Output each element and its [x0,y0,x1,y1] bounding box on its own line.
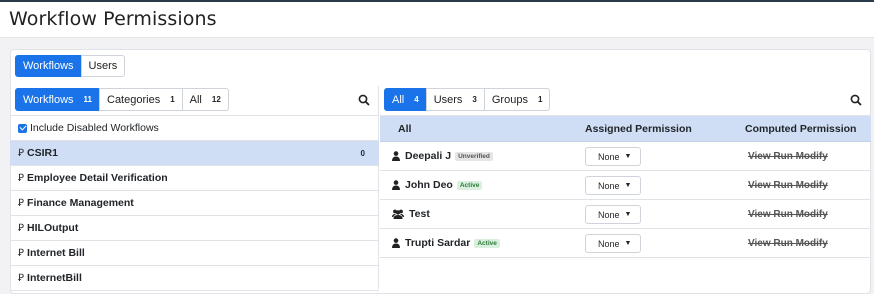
workflow-name: HILOutput [27,222,79,234]
workflow-icon: Ꝑ [18,147,25,159]
page-title: Workflow Permissions [9,8,217,30]
table-row: Test None ▼ View Run Modify [380,200,871,229]
column-header-assigned: Assigned Permission [585,123,692,135]
tab-workflows[interactable]: Workflows [15,55,82,77]
filter-label: All [392,93,405,106]
principal-name: Test [409,208,430,220]
table-row: Trupti Sardar Active None ▼ View Run Modi… [380,229,871,258]
workflow-icon: Ꝑ [18,272,25,284]
workflow-list-item[interactable]: Ꝑ CSIR1 0 [10,141,379,166]
column-header-all: All [398,123,412,135]
computed-permission: View Run Modify [748,209,828,220]
computed-permission: View Run Modify [748,180,828,191]
status-badge: Active [456,180,483,190]
tab-users[interactable]: Users [80,55,126,77]
workflow-name: CSIR1 [27,147,58,159]
tab-users-label: Users [88,60,118,72]
workflow-list-item[interactable]: Ꝑ InternetBill [10,266,379,291]
workflow-name: InternetBill [27,272,82,284]
permissions-panel: All 4 Users 3 Groups 1 All Assigned Perm… [380,86,871,289]
principal-name: John Deo [405,179,453,191]
filter-count-badge: 11 [83,95,92,104]
caret-down-icon: ▼ [624,182,632,189]
status-badge: Unverified [455,151,493,161]
assigned-permission-dropdown[interactable]: None ▼ [585,205,641,224]
filter-count-badge: 3 [472,95,477,104]
principal-cell: Test [392,208,430,220]
table-row: Deepali J Unverified None ▼ View Run Modi… [380,142,871,171]
workflow-icon: Ꝑ [18,172,25,184]
workflow-list-item[interactable]: Ꝑ Finance Management [10,191,379,216]
principal-name: Deepali J [405,150,452,162]
assigned-permission-dropdown[interactable]: None ▼ [585,176,641,195]
workflow-toolbar: Workflows 11 Categories 1 All 12 [10,86,378,116]
filter-count-badge: 1 [170,95,175,104]
caret-down-icon: ▼ [624,211,632,218]
computed-permission: View Run Modify [748,238,828,249]
permissions-toolbar: All 4 Users 3 Groups 1 [380,86,871,116]
filter-categories-button[interactable]: Categories 1 [99,88,183,111]
table-row: John Deo Active None ▼ View Run Modify [380,171,871,200]
include-disabled-row[interactable]: Include Disabled Workflows [10,116,379,141]
filter-label: Groups [491,93,528,106]
user-icon [392,238,400,248]
permissions-table-header: All Assigned Permission Computed Permiss… [380,116,871,142]
filter-label: Users [433,93,463,106]
filter-workflows-button[interactable]: Workflows 11 [15,88,100,111]
workflow-list-item[interactable]: Ꝑ HILOutput [10,216,379,241]
column-header-computed: Computed Permission [745,123,857,135]
caret-down-icon: ▼ [624,153,632,160]
user-icon [392,180,400,190]
principal-filter-group: All 4 Users 3 Groups 1 [384,88,551,111]
dropdown-value: None [598,151,620,162]
filter-users-button[interactable]: Users 3 [425,88,485,111]
filter-label: All [189,93,202,106]
principal-name: Trupti Sardar [405,237,471,249]
dropdown-value: None [598,180,620,191]
workflow-filter-group: Workflows 11 Categories 1 All 12 [15,88,229,111]
assigned-permission-dropdown[interactable]: None ▼ [585,147,641,166]
page-header: Workflow Permissions [0,2,874,38]
mode-tab-group: Workflows Users [15,55,126,77]
principal-cell: Deepali J Unverified [392,150,493,162]
workflow-name: Internet Bill [27,247,85,259]
filter-all-principals-button[interactable]: All 4 [384,88,427,111]
assigned-permission-dropdown[interactable]: None ▼ [585,234,641,253]
workflow-icon: Ꝑ [18,247,25,259]
computed-permission: View Run Modify [748,151,828,162]
dropdown-value: None [598,238,620,249]
workflow-panel: Workflows 11 Categories 1 All 12 Include… [10,86,379,291]
tab-workflows-label: Workflows [23,60,74,72]
filter-count-badge: 1 [537,95,543,104]
filter-count-badge: 4 [414,95,419,104]
include-disabled-checkbox[interactable] [18,123,27,133]
user-icon [392,151,400,161]
workflow-count: 0 [360,148,365,158]
filter-label: Categories [107,93,161,106]
filter-groups-button[interactable]: Groups 1 [483,88,551,111]
dropdown-value: None [598,209,620,220]
users-icon [392,209,404,219]
filter-all-button[interactable]: All 12 [181,88,229,111]
workflow-icon: Ꝑ [18,197,25,209]
principal-cell: John Deo Active [392,179,483,191]
status-badge: Active [474,238,500,248]
search-icon[interactable] [850,94,862,106]
search-icon[interactable] [358,94,370,106]
include-disabled-label: Include Disabled Workflows [30,122,159,134]
workflow-list-item[interactable]: Ꝑ Internet Bill [10,241,379,266]
workflow-name: Employee Detail Verification [27,172,168,184]
workflow-list-item[interactable]: Ꝑ Employee Detail Verification [10,166,379,191]
caret-down-icon: ▼ [624,240,632,247]
workflow-list: Ꝑ CSIR1 0 Ꝑ Employee Detail Verification… [10,141,379,291]
workflow-name: Finance Management [27,197,134,209]
workflow-icon: Ꝑ [18,222,25,234]
filter-count-badge: 12 [211,95,221,104]
filter-label: Workflows [23,93,74,106]
principal-cell: Trupti Sardar Active [392,237,500,249]
